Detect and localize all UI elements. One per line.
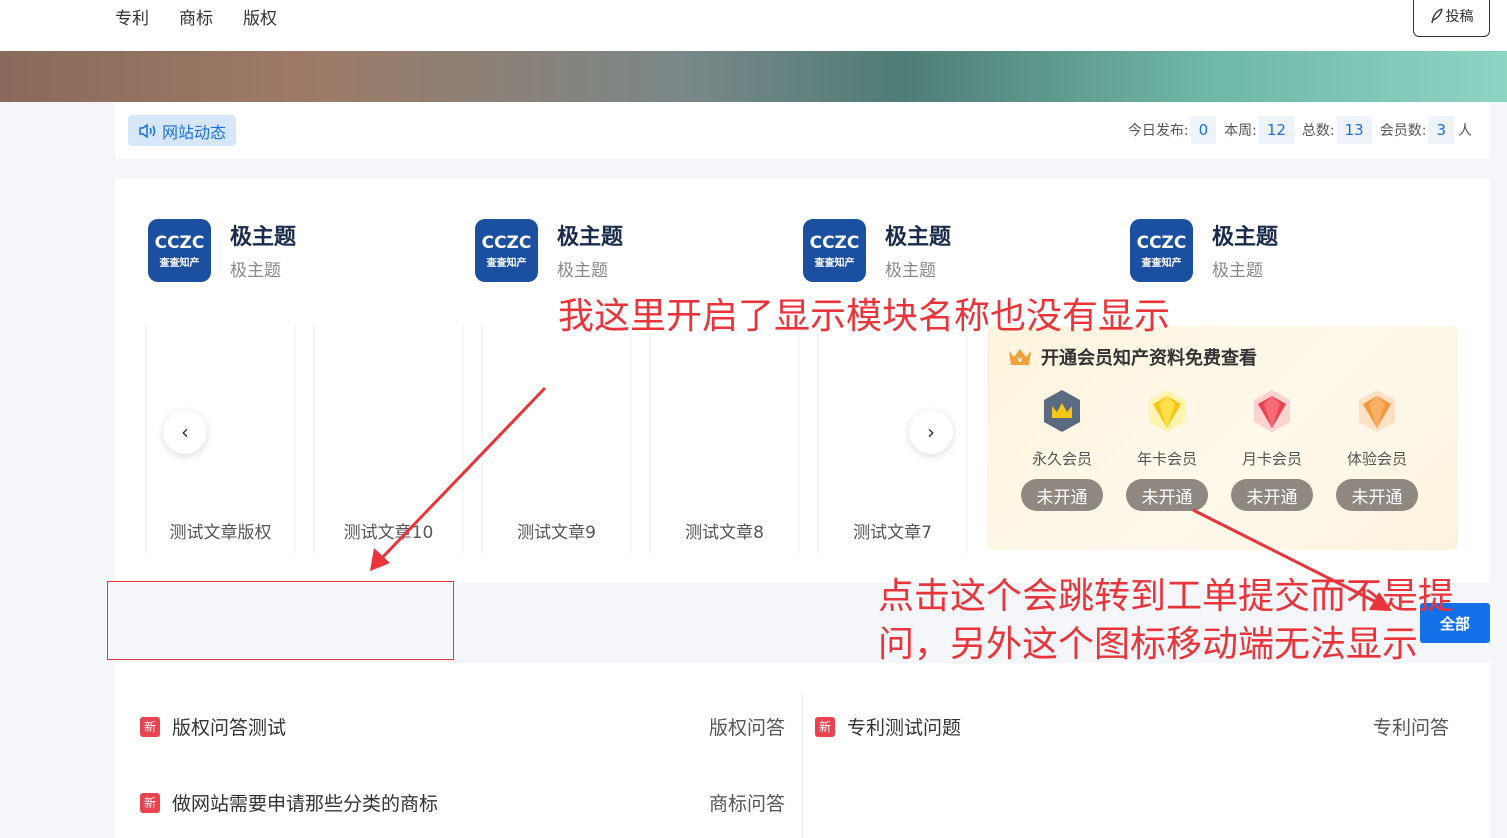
profile-title: 极主题	[230, 225, 297, 250]
profile-title: 极主题	[885, 225, 952, 250]
tier-name: 体验会员	[1346, 450, 1407, 468]
stat-members-unit: 人	[1458, 123, 1472, 139]
qa-list-section: 新 版权问答测试 版权问答 新 专利测试问题 专利问答 新 做网站需要申请那些分…	[115, 663, 1490, 838]
vip-tier-trial[interactable]: 体验会员 未开通	[1332, 388, 1422, 511]
diamond-icon	[1149, 390, 1185, 432]
profile-card[interactable]: CCZC 查查知产 极主题 极主题	[148, 219, 368, 283]
main-card: CCZC 查查知产 极主题 极主题 CCZC 查查知产 极主题 极主题 CCZC 查查…	[115, 179, 1490, 583]
stat-week-value: 12	[1258, 116, 1294, 144]
stat-total-value: 13	[1336, 116, 1372, 144]
carousel-prev-button[interactable]: ‹	[163, 410, 207, 454]
vip-crown-icon: v	[1009, 349, 1031, 365]
slide-caption: 测试文章10	[343, 523, 434, 543]
new-badge: 新	[140, 792, 160, 813]
submit-post-button[interactable]: 投稿	[1413, 0, 1490, 37]
slide-caption: 测试文章7	[853, 523, 932, 543]
site-news-tag[interactable]: 网站动态	[128, 115, 237, 146]
diamond-icon	[1254, 390, 1290, 432]
annotation-text: 点击这个会跳转到工单提交而不是提	[878, 576, 1455, 617]
highlight-box	[107, 581, 454, 660]
column-divider	[802, 693, 803, 838]
profile-subtitle: 极主题	[557, 261, 608, 281]
submit-post-label: 投稿	[1445, 8, 1474, 25]
vip-title: 开通会员知产资料免费查看	[1041, 348, 1257, 369]
annotation-text: 问，另外这个图标移动端无法显示	[878, 624, 1419, 665]
qa-title: 做网站需要申请那些分类的商标	[172, 793, 439, 815]
qa-item[interactable]: 新 专利测试问题	[815, 713, 961, 740]
brand-logo: CCZC 查查知产	[803, 219, 866, 282]
profile-title: 极主题	[557, 225, 624, 250]
qa-category-link[interactable]: 专利问答	[1373, 713, 1449, 740]
vip-tier-monthly[interactable]: 月卡会员 未开通	[1227, 388, 1317, 511]
qa-title: 版权问答测试	[172, 717, 287, 739]
tier-name: 月卡会员	[1241, 450, 1302, 468]
tier-status-button[interactable]: 未开通	[1231, 479, 1313, 511]
new-badge: 新	[815, 716, 835, 737]
qa-item[interactable]: 新 做网站需要申请那些分类的商标	[140, 789, 438, 816]
vip-tier-permanent[interactable]: 永久会员 未开通	[1017, 388, 1107, 511]
stat-total-label: 总数:	[1301, 123, 1335, 139]
nav-link-copyright[interactable]: 版权	[243, 4, 277, 29]
profile-subtitle: 极主题	[885, 261, 936, 281]
feather-pen-icon	[1430, 7, 1443, 23]
chevron-right-icon: ›	[927, 420, 935, 444]
carousel-next-button[interactable]: ›	[909, 410, 953, 454]
tier-name: 永久会员	[1031, 450, 1092, 468]
article-carousel: 测试文章版权 测试文章10 测试文章9 测试文章8 测试文章7 ‹ ›	[145, 325, 985, 553]
site-news-label: 网站动态	[162, 122, 227, 142]
stat-members-value: 3	[1428, 116, 1454, 144]
tier-status-button[interactable]: 未开通	[1021, 479, 1103, 511]
vip-membership-panel: v 开通会员知产资料免费查看 永久会员 未开通 年卡会员 未开通 月卡会员 未开…	[987, 326, 1458, 550]
tier-status-button[interactable]: 未开通	[1336, 479, 1418, 511]
profile-card[interactable]: CCZC 查查知产 极主题 极主题	[475, 219, 695, 283]
nav-link-patent[interactable]: 专利	[115, 4, 149, 29]
brand-logo: CCZC 查查知产	[148, 219, 211, 282]
vip-tier-annual[interactable]: 年卡会员 未开通	[1122, 388, 1212, 511]
vip-header: v 开通会员知产资料免费查看	[1007, 344, 1257, 370]
chevron-left-icon: ‹	[181, 420, 189, 444]
carousel-slide[interactable]: 测试文章10	[313, 325, 464, 553]
diamond-icon	[1359, 390, 1395, 432]
profile-card[interactable]: CCZC 查查知产 极主题 极主题	[803, 219, 1023, 283]
carousel-slide[interactable]: 测试文章9	[481, 325, 632, 553]
top-navbar: 专利 商标 版权 投稿	[0, 0, 1507, 51]
tier-name: 年卡会员	[1136, 450, 1197, 468]
svg-text:v: v	[1017, 355, 1023, 364]
qa-category-link[interactable]: 版权问答	[709, 713, 785, 740]
tier-status-button[interactable]: 未开通	[1126, 479, 1208, 511]
hero-banner	[0, 51, 1507, 102]
annotation-text: 我这里开启了显示模块名称也没有显示	[558, 296, 1171, 337]
profile-title: 极主题	[1212, 225, 1279, 250]
stat-members-label: 会员数:	[1379, 123, 1427, 139]
site-notice-bar: 网站动态 今日发布: 0 本周: 12 总数: 13 会员数: 3 人	[115, 102, 1490, 159]
profile-subtitle: 极主题	[230, 261, 281, 281]
stat-today-label: 今日发布:	[1127, 123, 1189, 139]
site-stats: 今日发布: 0 本周: 12 总数: 13 会员数: 3 人	[1128, 116, 1472, 144]
qa-title: 专利测试问题	[847, 717, 962, 739]
crown-badge-icon	[1044, 390, 1080, 432]
stat-week-label: 本周:	[1224, 123, 1257, 139]
slide-caption: 测试文章版权	[169, 523, 272, 543]
new-badge: 新	[140, 716, 160, 737]
slide-caption: 测试文章9	[517, 523, 596, 543]
qa-category-link[interactable]: 商标问答	[709, 789, 785, 816]
profile-card[interactable]: CCZC 查查知产 极主题 极主题	[1130, 219, 1350, 283]
profile-subtitle: 极主题	[1212, 261, 1263, 281]
qa-item[interactable]: 新 版权问答测试	[140, 713, 286, 740]
slide-caption: 测试文章8	[685, 523, 764, 543]
nav-link-trademark[interactable]: 商标	[179, 4, 213, 29]
brand-logo: CCZC 查查知产	[475, 219, 538, 282]
stat-today-value: 0	[1190, 116, 1217, 144]
speaker-icon	[139, 123, 156, 138]
nav-links: 专利 商标 版权	[115, 4, 277, 29]
brand-logo: CCZC 查查知产	[1130, 219, 1193, 282]
carousel-slide[interactable]: 测试文章8	[649, 325, 800, 553]
